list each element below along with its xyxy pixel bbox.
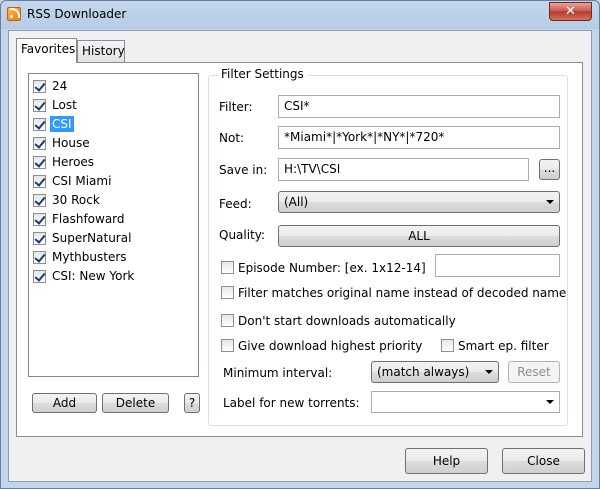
favorite-checkbox[interactable] <box>33 232 46 245</box>
episode-number-option[interactable]: Episode Number: [ex. 1x12-14] <box>221 260 431 276</box>
list-item[interactable]: CSI Miami <box>33 172 191 190</box>
episode-number-label: Episode Number: [ex. 1x12-14] <box>238 261 426 275</box>
help-question-button[interactable]: ? <box>184 393 200 413</box>
list-item[interactable]: 30 Rock <box>33 191 191 209</box>
window-title: RSS Downloader <box>27 7 127 21</box>
dialog-client-area: Favorites History 24 Lost CSI House Hero… <box>8 30 592 482</box>
title-bar[interactable]: RSS Downloader ✕ <box>1 1 599 29</box>
list-item[interactable]: SuperNatural <box>33 229 191 247</box>
torrent-label-caption: Label for new torrents: <box>223 396 360 410</box>
list-item[interactable]: House <box>33 134 191 152</box>
feed-dropdown[interactable]: (All) <box>278 191 560 213</box>
not-label: Not: <box>219 131 245 145</box>
no-auto-download-checkbox[interactable] <box>221 314 234 327</box>
filter-label: Filter: <box>219 100 253 114</box>
original-name-checkbox[interactable] <box>221 286 234 299</box>
add-button[interactable]: Add <box>32 393 97 413</box>
chevron-down-icon <box>546 400 554 404</box>
smart-filter-option[interactable]: Smart ep. filter <box>441 338 556 354</box>
favorite-checkbox[interactable] <box>33 80 46 93</box>
tab-history[interactable]: History <box>77 40 125 62</box>
rss-icon <box>7 7 21 21</box>
no-auto-download-option[interactable]: Don't start downloads automatically <box>221 313 456 329</box>
save-in-label: Save in: <box>219 163 268 177</box>
help-button[interactable]: Help <box>405 448 488 474</box>
original-name-label: Filter matches original name instead of … <box>238 286 567 300</box>
favorite-label: CSI Miami <box>52 174 112 188</box>
favorite-checkbox[interactable] <box>33 251 46 264</box>
smart-filter-label: Smart ep. filter <box>458 339 549 353</box>
favorite-checkbox[interactable] <box>33 213 46 226</box>
filter-settings-title: Filter Settings <box>218 67 307 81</box>
favorite-checkbox[interactable] <box>33 137 46 150</box>
favorite-checkbox[interactable] <box>33 118 46 131</box>
favorites-panel: 24 Lost CSI House Heroes CSI Miami 30 Ro… <box>16 62 583 437</box>
list-item[interactable]: Heroes <box>33 153 191 171</box>
episode-number-input[interactable] <box>435 254 560 277</box>
rss-downloader-window: RSS Downloader ✕ Favorites History 24 Lo… <box>0 0 600 489</box>
feed-value: (All) <box>284 195 309 209</box>
highest-priority-option[interactable]: Give download highest priority <box>221 338 423 354</box>
minimum-interval-dropdown[interactable]: (match always) <box>371 361 499 383</box>
quality-button[interactable]: ALL <box>278 225 560 247</box>
favorite-checkbox[interactable] <box>33 156 46 169</box>
favorite-checkbox[interactable] <box>33 270 46 283</box>
window-close-button[interactable]: ✕ <box>549 2 592 21</box>
filter-input[interactable]: CSI* <box>278 95 560 118</box>
favorite-checkbox[interactable] <box>33 194 46 207</box>
favorite-checkbox[interactable] <box>33 99 46 112</box>
list-item[interactable]: CSI: New York <box>33 267 191 285</box>
favorite-label: 30 Rock <box>52 193 100 207</box>
original-name-option[interactable]: Filter matches original name instead of … <box>221 285 566 301</box>
favorite-label: Heroes <box>52 155 95 169</box>
list-item[interactable]: Mythbusters <box>33 248 191 266</box>
minimum-interval-label: Minimum interval: <box>223 366 333 380</box>
not-input[interactable]: *Miami*|*York*|*NY*|*720* <box>278 126 560 149</box>
quality-label: Quality: <box>219 228 266 242</box>
no-auto-download-label: Don't start downloads automatically <box>238 314 456 328</box>
highest-priority-label: Give download highest priority <box>238 339 423 353</box>
browse-button[interactable]: ... <box>539 159 560 180</box>
favorite-label: Flashfoward <box>52 212 125 226</box>
favorite-label: House <box>52 136 90 150</box>
favorite-label: CSI: New York <box>52 269 135 283</box>
list-item[interactable]: Flashfoward <box>33 210 191 228</box>
delete-button[interactable]: Delete <box>102 393 169 413</box>
list-item[interactable]: CSI <box>33 115 191 133</box>
favorite-label: Lost <box>52 98 77 112</box>
highest-priority-checkbox[interactable] <box>221 339 234 352</box>
favorites-list[interactable]: 24 Lost CSI House Heroes CSI Miami 30 Ro… <box>28 73 199 377</box>
favorite-label: SuperNatural <box>52 231 132 245</box>
save-in-input[interactable]: H:\TV\CSI <box>278 158 529 181</box>
list-item[interactable]: 24 <box>33 77 191 95</box>
favorite-label: Mythbusters <box>52 250 127 264</box>
feed-label: Feed: <box>219 197 252 211</box>
reset-button[interactable]: Reset <box>508 361 560 383</box>
favorite-label-selected: CSI <box>50 116 74 132</box>
chevron-down-icon <box>546 200 554 204</box>
chevron-down-icon <box>485 370 493 374</box>
minimum-interval-value: (match always) <box>377 365 470 379</box>
torrent-label-combo[interactable] <box>371 391 560 413</box>
episode-number-checkbox[interactable] <box>221 261 234 274</box>
smart-filter-checkbox[interactable] <box>441 339 454 352</box>
list-item[interactable]: Lost <box>33 96 191 114</box>
favorite-label: 24 <box>52 79 68 93</box>
favorite-checkbox[interactable] <box>33 175 46 188</box>
close-button[interactable]: Close <box>502 448 585 474</box>
tab-favorites[interactable]: Favorites <box>16 38 77 63</box>
